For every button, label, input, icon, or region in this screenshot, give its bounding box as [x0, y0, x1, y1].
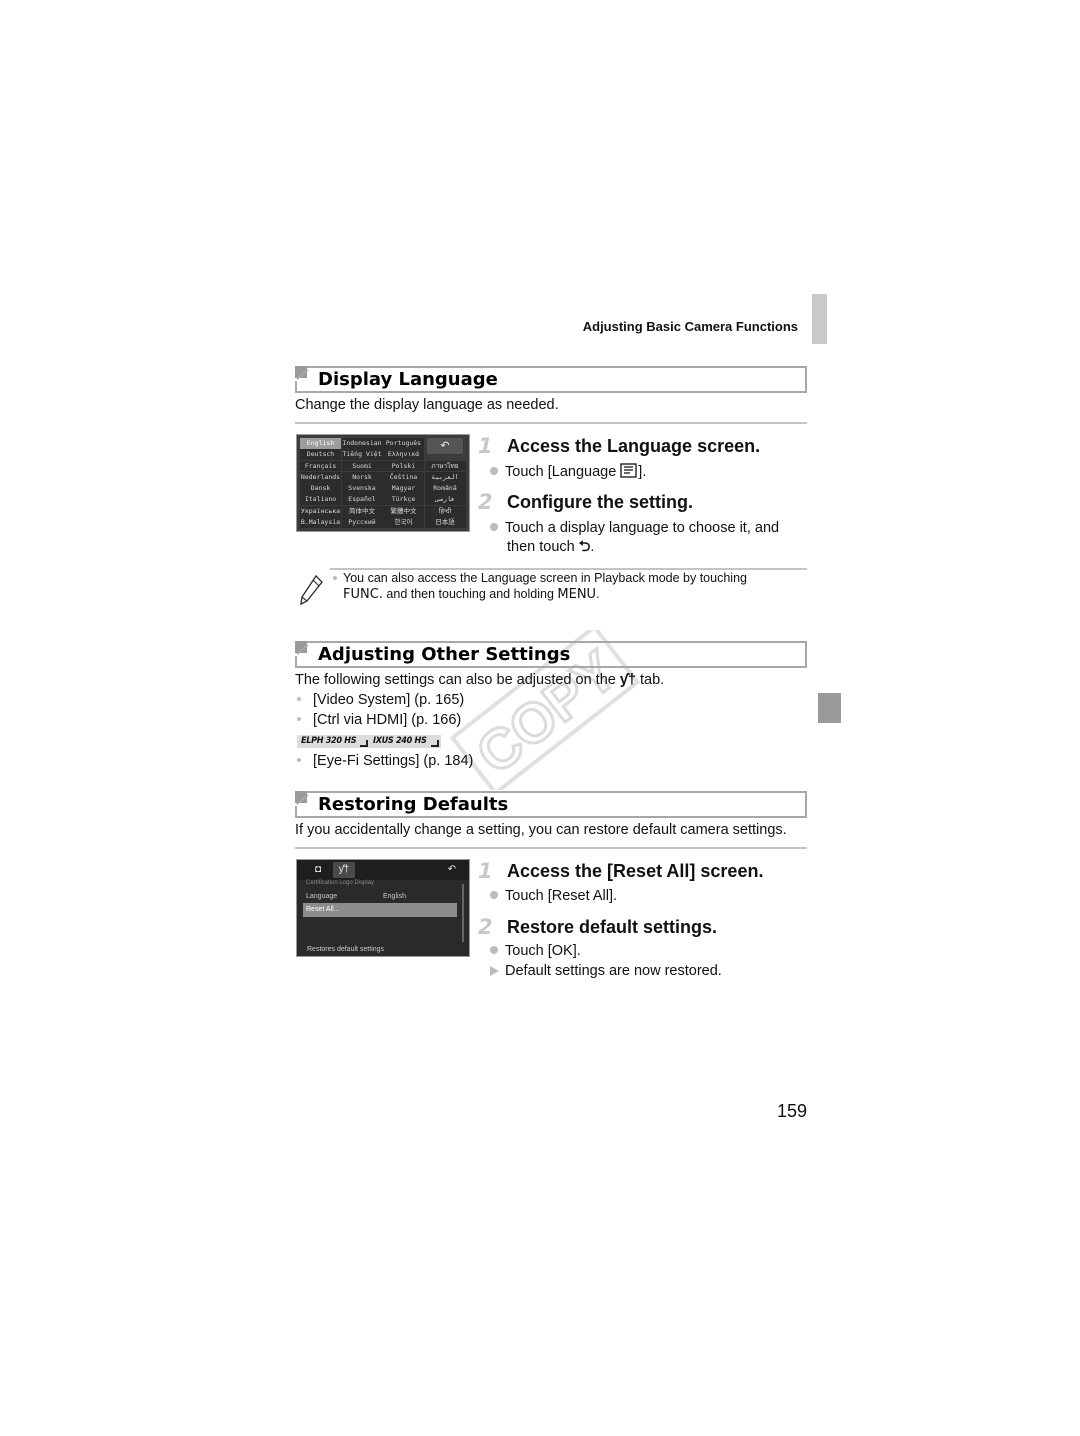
result-arrow-icon — [490, 966, 499, 976]
func-button-label: FUNC. — [343, 587, 383, 602]
step-title: Access the [Reset All] screen. — [507, 861, 764, 881]
language-option: العربية — [424, 471, 466, 483]
list-item: [Eye-Fi Settings] (p. 184) — [297, 753, 473, 769]
menu-row-reset-all: Reset All... — [303, 903, 457, 917]
step-bullet: Touch [Language ]. — [490, 463, 646, 480]
menu-button-label: MENU — [557, 587, 597, 602]
language-option: Nederlands — [300, 471, 341, 483]
language-option: Română — [424, 483, 466, 494]
language-option: Italiano — [300, 494, 341, 506]
step-bullet: Touch [Reset All]. — [490, 888, 617, 904]
model-tag: IXUS 240 HS — [369, 735, 441, 748]
menu-row-language: Language English — [306, 893, 406, 900]
language-option: Ελληνικά — [383, 449, 424, 461]
model-tags: ELPH 320 HS IXUS 240 HS — [297, 735, 497, 749]
language-option: Deutsch — [300, 449, 341, 461]
step-number: 2 — [478, 490, 493, 514]
section-header-restoring-defaults: Restoring Defaults — [295, 791, 807, 818]
language-option: Türkçe — [383, 494, 424, 506]
language-option: Dansk — [300, 483, 341, 494]
bullet-dot-icon — [490, 467, 498, 475]
step-title: Configure the setting. — [507, 492, 693, 512]
language-row: B.Malaysia Русский 한국어 日本語 — [300, 517, 466, 528]
language-row: Italiano Español Türkçe فارسی — [300, 494, 466, 506]
model-tag: ELPH 320 HS — [297, 735, 371, 748]
section-title: Restoring Defaults — [318, 794, 509, 815]
return-icon: ⮌ — [578, 539, 591, 555]
section-intro: The following settings can also be adjus… — [295, 672, 665, 688]
language-option: فارسی — [424, 494, 466, 506]
section-intro: Change the display language as needed. — [295, 397, 559, 413]
pencil-note-icon — [300, 574, 323, 606]
language-row: Dansk Svenska Magyar Română — [300, 483, 466, 494]
language-option: Українська — [300, 505, 341, 517]
language-option: Norsk — [341, 471, 383, 483]
scrollbar — [462, 884, 464, 942]
divider — [295, 847, 807, 849]
language-option: Русский — [341, 517, 383, 528]
language-option: 日本語 — [424, 517, 466, 528]
chapter-tab-marker — [812, 294, 827, 344]
step-bullet: Touch [OK]. — [490, 943, 581, 959]
language-row: Nederlands Norsk Čeština العربية — [300, 471, 466, 483]
setup-tab-icon: ƴ† — [619, 672, 636, 688]
menu-footer: Restores default settings — [307, 946, 385, 953]
language-option: Suomi — [341, 460, 383, 472]
step-number: 2 — [478, 915, 493, 939]
menu-row: Certification Logo Display — [306, 880, 375, 886]
language-icon — [620, 463, 637, 478]
running-head: Adjusting Basic Camera Functions — [582, 319, 798, 334]
language-option: 繁體中文 — [383, 505, 424, 517]
step-title: Restore default settings. — [507, 917, 718, 937]
language-option: Português — [383, 438, 424, 449]
section-intro: If you accidentally change a setting, yo… — [295, 822, 787, 838]
list-item: [Video System] (p. 165) — [297, 692, 464, 708]
page-number: 159 — [776, 1101, 807, 1121]
reset-all-screen-image: ◘ ƴ† ↶ Certification Logo Display Langua… — [296, 859, 470, 957]
divider — [295, 422, 807, 424]
step-result: Default settings are now restored. — [490, 963, 722, 979]
language-option: Magyar — [383, 483, 424, 494]
language-option: English — [300, 438, 341, 449]
language-screen-image: English Indonesian Português Deutsch Tiếng V… — [296, 434, 470, 532]
bullet-dot-icon — [490, 891, 498, 899]
language-option: B.Malaysia — [300, 517, 341, 528]
section-header-other-settings: Adjusting Other Settings — [295, 641, 807, 668]
section-title: Adjusting Other Settings — [318, 644, 571, 665]
language-option: Français — [300, 460, 341, 472]
section-header-display-language: Display Language — [295, 366, 807, 393]
language-option: Tiếng Việt — [341, 449, 383, 461]
language-option: हिन्दी — [424, 505, 466, 517]
step-title: Access the Language screen. — [507, 436, 761, 456]
bullet-dot-icon — [490, 946, 498, 954]
language-option: Español — [341, 494, 383, 506]
section-tab-marker — [818, 693, 841, 723]
language-option: Polski — [383, 460, 424, 472]
language-option: Čeština — [383, 471, 424, 483]
list-item: [Ctrl via HDMI] (p. 166) — [297, 712, 461, 728]
language-option: Indonesian — [341, 438, 383, 449]
step-number: 1 — [478, 434, 493, 458]
language-option: 한국어 — [383, 517, 424, 528]
bullet-dot-icon — [490, 523, 498, 531]
language-option: 简体中文 — [341, 505, 383, 517]
step-number: 1 — [478, 859, 493, 883]
note-text: You can also access the Language screen … — [333, 570, 808, 603]
section-title: Display Language — [318, 369, 498, 390]
back-arrow-icon: ↶ — [427, 438, 463, 454]
language-option: ภาษาไทย — [424, 460, 466, 472]
language-row: Українська 简体中文 繁體中文 हिन्दी — [300, 505, 466, 517]
language-option: Svenska — [341, 483, 383, 494]
step-bullet: Touch a display language to choose it, a… — [490, 519, 810, 557]
language-row: Français Suomi Polski ภาษาไทย — [300, 460, 466, 472]
